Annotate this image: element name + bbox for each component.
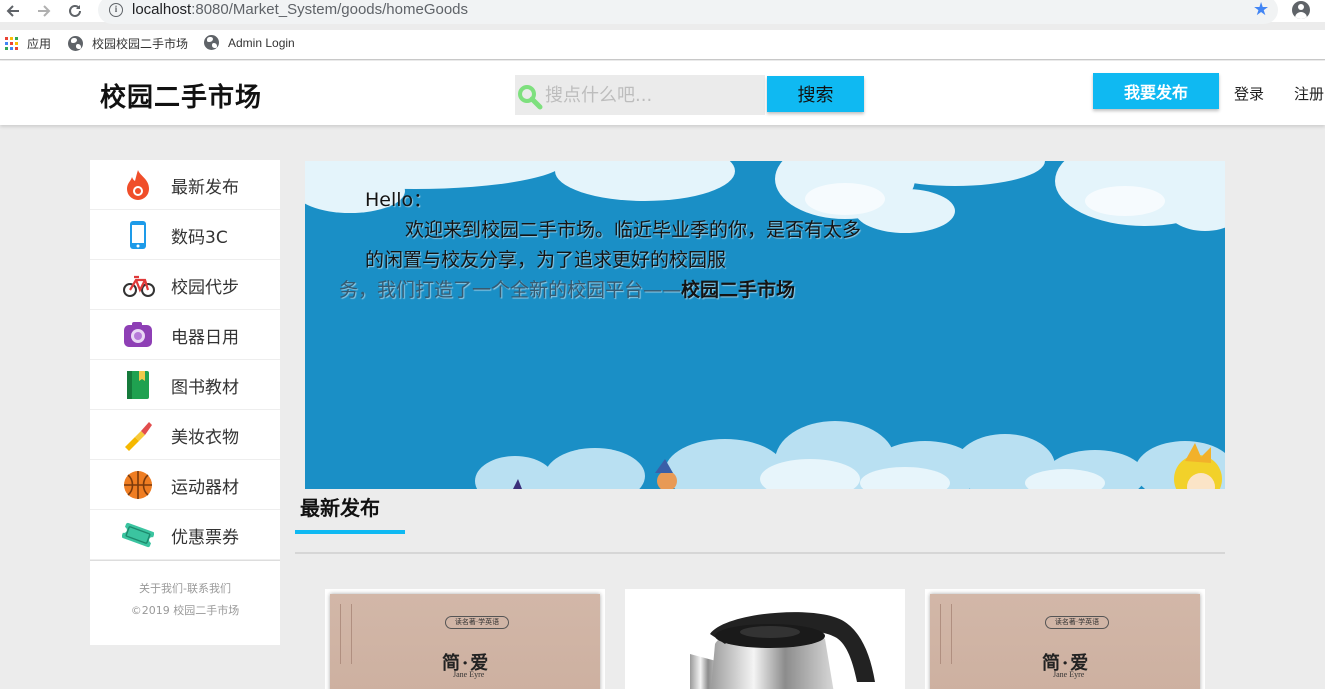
sidebar-item-digital[interactable]: 数码3C <box>90 210 280 260</box>
book-spine <box>940 604 952 664</box>
sidebar-item-label: 运动器材 <box>171 478 239 498</box>
bookmark-label: 校园校园二手市场 <box>92 37 189 51</box>
profile-avatar-icon[interactable] <box>1292 1 1310 19</box>
bookmark-admin-login[interactable]: Admin Login <box>204 35 295 50</box>
url-path: :8080/Market_System/goods/homeGoods <box>191 1 469 18</box>
back-arrow-icon <box>6 5 19 17</box>
register-link[interactable]: 注册 <box>1294 83 1324 104</box>
url-text[interactable]: localhost:8080/Market_System/goods/homeG… <box>132 1 468 18</box>
product-card[interactable] <box>625 589 905 689</box>
book-tag: 读名著·学英语 <box>1045 616 1109 629</box>
search-box <box>515 75 765 115</box>
publish-button[interactable]: 我要发布 <box>1093 73 1219 109</box>
search-input[interactable] <box>545 81 760 109</box>
fire-icon <box>127 170 149 200</box>
reload-icon <box>69 4 81 17</box>
sidebar-item-label: 美妆衣物 <box>171 428 239 448</box>
section-title-underline <box>295 530 405 534</box>
sidebar-item-label: 校园代步 <box>171 278 239 298</box>
book-tag: 读名著·学英语 <box>445 616 509 629</box>
book-subtitle: Jane Eyre <box>453 670 485 679</box>
back-button[interactable] <box>2 0 24 22</box>
lipstick-icon <box>125 422 152 451</box>
sidebar-item-appliances[interactable]: 电器日用 <box>90 310 280 360</box>
search-icon <box>518 85 543 110</box>
sidebar-item-tickets[interactable]: 优惠票券 <box>90 510 280 560</box>
product-card[interactable]: 读名著·学英语 简·爱 Jane Eyre <box>325 589 605 689</box>
basketball-icon <box>124 471 152 499</box>
section-divider <box>295 552 1225 554</box>
bookmark-label: 应用 <box>27 37 52 51</box>
banner-line3-text: 务，我们打造了一个全新的校园平台—— <box>339 279 682 301</box>
category-sidebar: 最新发布 数码3C 校园代步 电器日用 图书教材 美妆衣物 运动器材 优惠票券 … <box>90 160 280 645</box>
camera-icon <box>124 322 152 347</box>
forward-button[interactable] <box>33 0 55 22</box>
product-image-book: 读名著·学英语 简·爱 Jane Eyre <box>330 594 600 689</box>
about-contact-link[interactable]: 关于我们-联系我们 <box>139 582 231 595</box>
book-subtitle: Jane Eyre <box>1053 670 1085 679</box>
banner-line1: 欢迎来到校园二手市场。临近毕业季的你，是否有太多 <box>405 219 862 241</box>
sidebar-item-label: 最新发布 <box>171 178 239 198</box>
banner-line3: 务，我们打造了一个全新的校园平台——校园二手市场 <box>339 275 795 302</box>
copyright-text: ©2019 校园二手市场 <box>130 604 240 617</box>
section-title-latest: 最新发布 <box>300 496 380 520</box>
ticket-icon <box>122 522 154 548</box>
reload-button[interactable] <box>64 0 86 22</box>
product-image-book: 读名著·学英语 简·爱 Jane Eyre <box>930 594 1200 689</box>
cloud-sky-illustration <box>305 161 1225 489</box>
sidebar-item-label: 数码3C <box>171 228 228 248</box>
site-header: 校园二手市场 搜索 我要发布 登录 注册 <box>0 61 1325 125</box>
bookmark-star-icon[interactable]: ★ <box>1253 0 1269 20</box>
sidebar-item-transport[interactable]: 校园代步 <box>90 260 280 310</box>
sidebar-item-beauty[interactable]: 美妆衣物 <box>90 410 280 460</box>
search-button[interactable]: 搜索 <box>767 76 864 112</box>
globe-icon <box>204 35 219 50</box>
sidebar-item-label: 优惠票券 <box>171 528 239 548</box>
phone-icon <box>130 221 146 249</box>
bookmarks-bar: 应用 校园校园二手市场 Admin Login <box>0 30 1325 60</box>
product-card[interactable]: 读名著·学英语 简·爱 Jane Eyre <box>925 589 1205 689</box>
sidebar-item-latest[interactable]: 最新发布 <box>90 160 280 210</box>
sidebar-item-sports[interactable]: 运动器材 <box>90 460 280 510</box>
banner-brand: 校园二手市场 <box>681 279 796 301</box>
sidebar-item-label: 图书教材 <box>171 378 239 398</box>
welcome-banner: Hello： 欢迎来到校园二手市场。临近毕业季的你，是否有太多 的闲置与校友分享… <box>305 161 1225 489</box>
bookmark-label: Admin Login <box>228 35 295 50</box>
banner-line2: 的闲置与校友分享，为了追求更好的校园服 <box>365 249 727 271</box>
bicycle-icon <box>123 275 155 297</box>
banner-greeting: Hello： <box>365 189 433 211</box>
book-icon <box>127 371 149 399</box>
apps-grid-icon <box>5 36 19 51</box>
site-info-icon[interactable]: i <box>109 3 123 17</box>
bookmark-apps[interactable]: 应用 <box>5 35 51 52</box>
globe-icon <box>68 36 83 51</box>
sidebar-item-label: 电器日用 <box>171 328 239 348</box>
login-link[interactable]: 登录 <box>1234 83 1264 104</box>
url-host: localhost <box>132 1 192 18</box>
browser-toolbar: i localhost:8080/Market_System/goods/hom… <box>0 0 1325 24</box>
book-spine <box>340 604 352 664</box>
sidebar-item-books[interactable]: 图书教材 <box>90 360 280 410</box>
site-logo[interactable]: 校园二手市场 <box>100 77 262 114</box>
product-image-kettle <box>690 612 875 689</box>
forward-arrow-icon <box>38 5 51 17</box>
sidebar-footer: 关于我们-联系我们 ©2019 校园二手市场 <box>90 560 280 622</box>
bookmark-campus-market[interactable]: 校园校园二手市场 <box>68 35 188 52</box>
